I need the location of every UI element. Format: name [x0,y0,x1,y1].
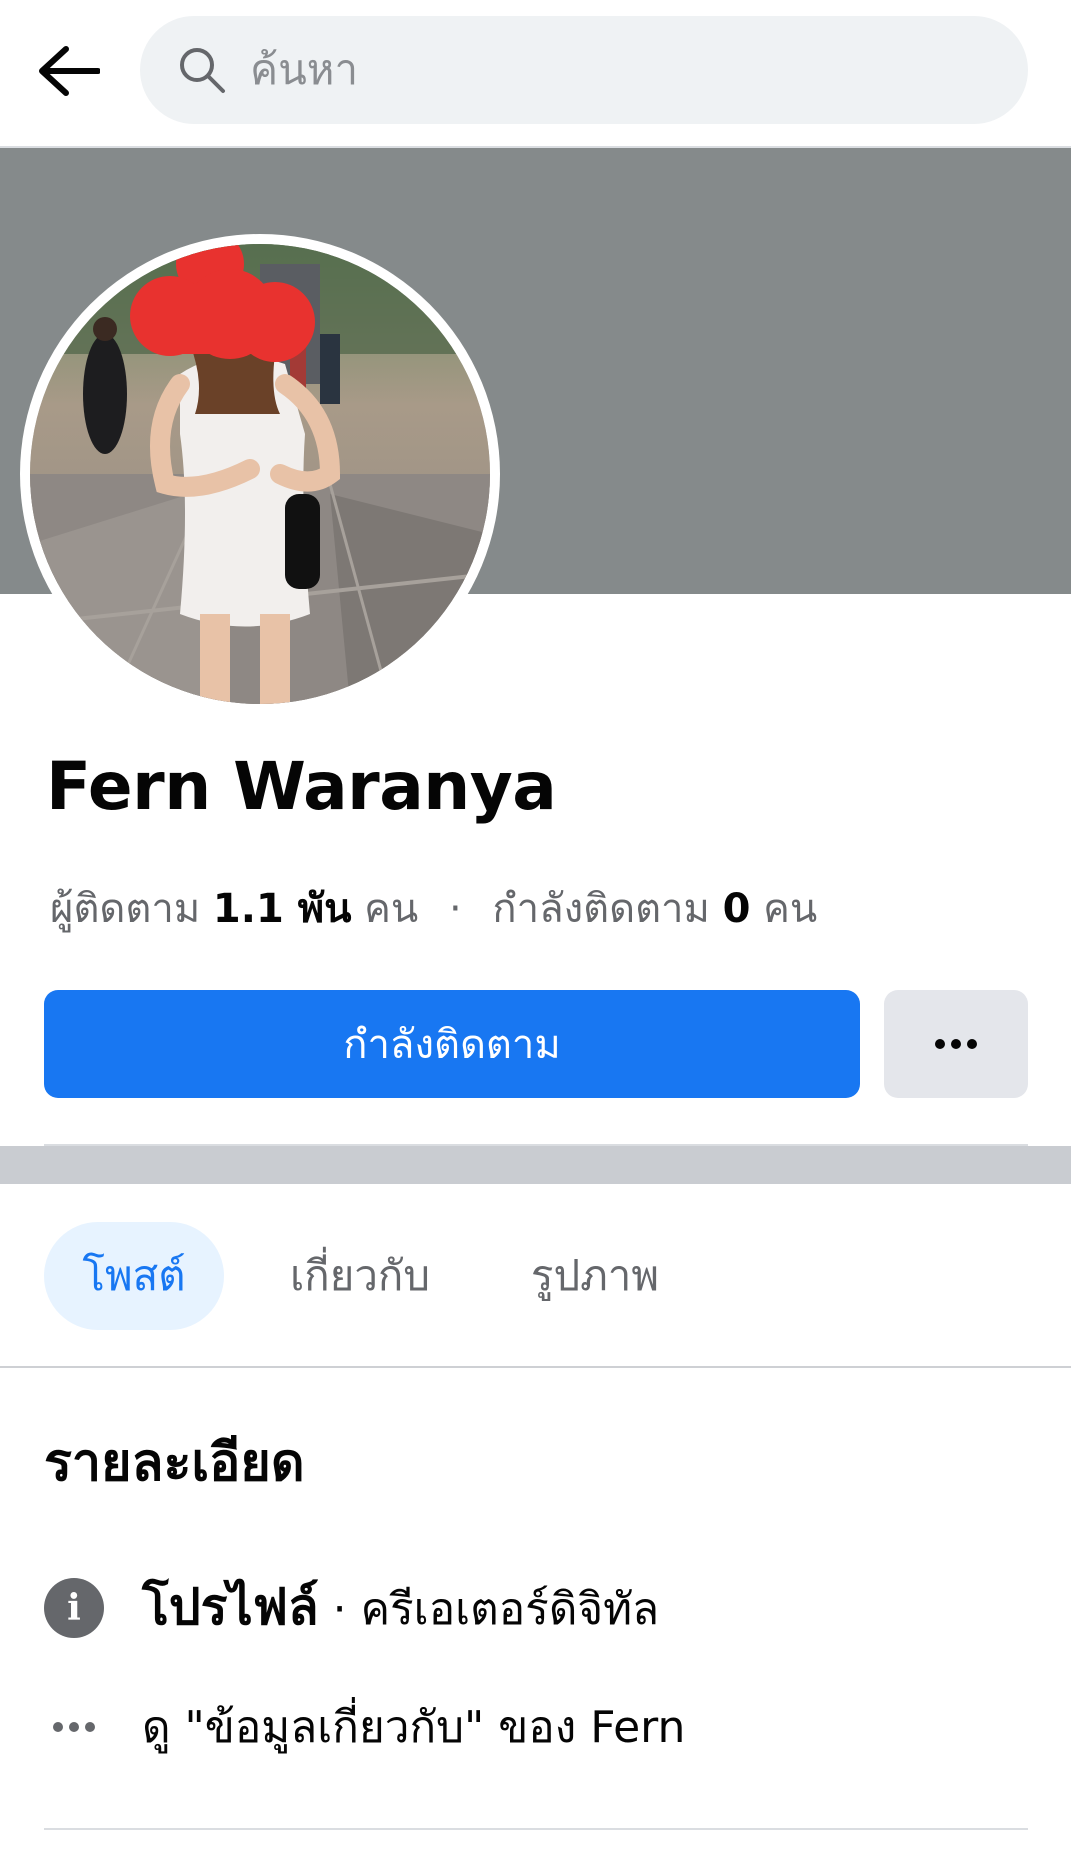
info-icon: i [44,1577,104,1638]
profile-name: Fern Waranya [46,748,557,825]
profile-type-label: โปรไฟล์ [142,1578,319,1636]
following-unit: คน [763,886,818,932]
profile-type-value: · ครีเอเตอร์ดิจิทัล [332,1584,660,1635]
profile-picture[interactable] [20,234,500,714]
follow-stats: ผู้ติดตาม 1.1 พัน คน · กำลังติดตาม 0 คน [50,876,817,940]
see-about-link[interactable]: ดู "ข้อมูลเกี่ยวกับ" ของ Fern [142,1692,685,1762]
followers-link[interactable]: ผู้ติดตาม 1.1 พัน คน [50,886,431,932]
following-label: กำลังติดตาม [492,886,710,932]
arrow-left-icon [39,46,100,96]
section-separator [0,1146,1071,1184]
more-horizontal-icon [935,1039,977,1049]
search-bar[interactable]: ค้นหา [140,16,1028,124]
search-icon [174,42,230,98]
stats-separator: · [448,886,462,932]
followers-count: 1.1 พัน [212,886,352,932]
following-count: 0 [722,886,751,932]
followers-unit: คน [364,886,419,932]
see-about-row[interactable]: ดู "ข้อมูลเกี่ยวกับ" ของ Fern [44,1692,685,1762]
profile-type-row: i โปรไฟล์ · ครีเอเตอร์ดิจิทัล [44,1568,659,1647]
following-button[interactable]: กำลังติดตาม [44,990,860,1098]
top-bar: ค้นหา [0,0,1071,148]
followers-label: ผู้ติดตาม [50,886,201,932]
tabs-divider [0,1366,1071,1368]
tab-about[interactable]: เกี่ยวกับ [270,1222,450,1330]
details-heading: รายละเอียด [44,1433,305,1493]
avatar [30,244,490,704]
following-link[interactable]: กำลังติดตาม 0 คน [492,886,817,932]
avatar-photo [30,244,490,704]
back-button[interactable] [28,38,108,104]
tab-photos[interactable]: รูปภาพ [510,1222,680,1330]
search-placeholder: ค้นหา [250,45,359,94]
more-horizontal-icon [44,1721,104,1733]
more-options-button[interactable] [884,990,1028,1098]
divider [44,1828,1028,1830]
tab-posts[interactable]: โพสต์ [44,1222,224,1330]
